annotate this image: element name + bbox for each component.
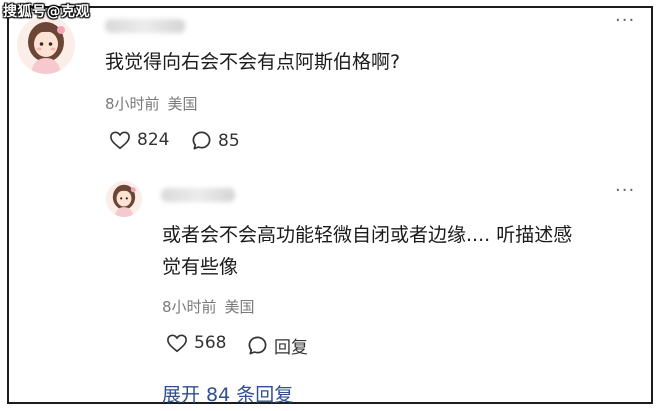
comment-like-button[interactable]: 824 xyxy=(109,130,169,150)
replier-username-blurred[interactable] xyxy=(161,188,235,202)
comment-meta: 8小时前 美国 xyxy=(105,93,198,114)
reply-like-button[interactable]: 568 xyxy=(166,333,226,353)
commenter-avatar[interactable] xyxy=(17,16,75,74)
commenter-username-blurred[interactable] xyxy=(105,19,185,33)
reply-text-line-1: 或者会不会高功能轻微自闭或者边缘.... 听描述感 xyxy=(162,224,573,246)
reply-text-line-2: 觉有些像 xyxy=(162,256,239,278)
reply-meta: 8小时前 美国 xyxy=(162,296,255,317)
watermark-logo: 搜狐号@克观 xyxy=(3,4,90,20)
reply-reply-label: 回复 xyxy=(274,338,308,358)
speech-bubble-icon xyxy=(248,336,267,355)
reply-location: 美国 xyxy=(224,298,255,316)
reply-like-count: 568 xyxy=(194,333,227,353)
comment-reply-count: 85 xyxy=(218,130,240,151)
heart-outline-icon xyxy=(167,334,187,353)
replier-avatar[interactable] xyxy=(106,181,142,217)
comment-time: 8小时前 xyxy=(105,95,160,113)
more-horizontal-icon[interactable]: ··· xyxy=(615,10,635,31)
comment-reply-button[interactable]: 85 xyxy=(191,130,240,151)
more-horizontal-icon[interactable]: ··· xyxy=(615,180,635,201)
reply-reply-button[interactable]: 回复 xyxy=(247,333,308,358)
comment-text: 我觉得向右会不会有点阿斯伯格啊? xyxy=(105,51,401,73)
expand-replies-link[interactable]: 展开 84 条回复 xyxy=(162,380,293,407)
comment-like-count: 824 xyxy=(137,130,170,150)
speech-bubble-icon xyxy=(192,131,211,150)
comment-location: 美国 xyxy=(167,95,198,113)
reply-time: 8小时前 xyxy=(162,298,217,316)
heart-outline-icon xyxy=(110,131,130,150)
comment-thread-panel: ··· 我觉得向右会不会有点阿斯伯格啊? 8小时前 美国 824 85 ··· 或… xyxy=(7,6,653,407)
